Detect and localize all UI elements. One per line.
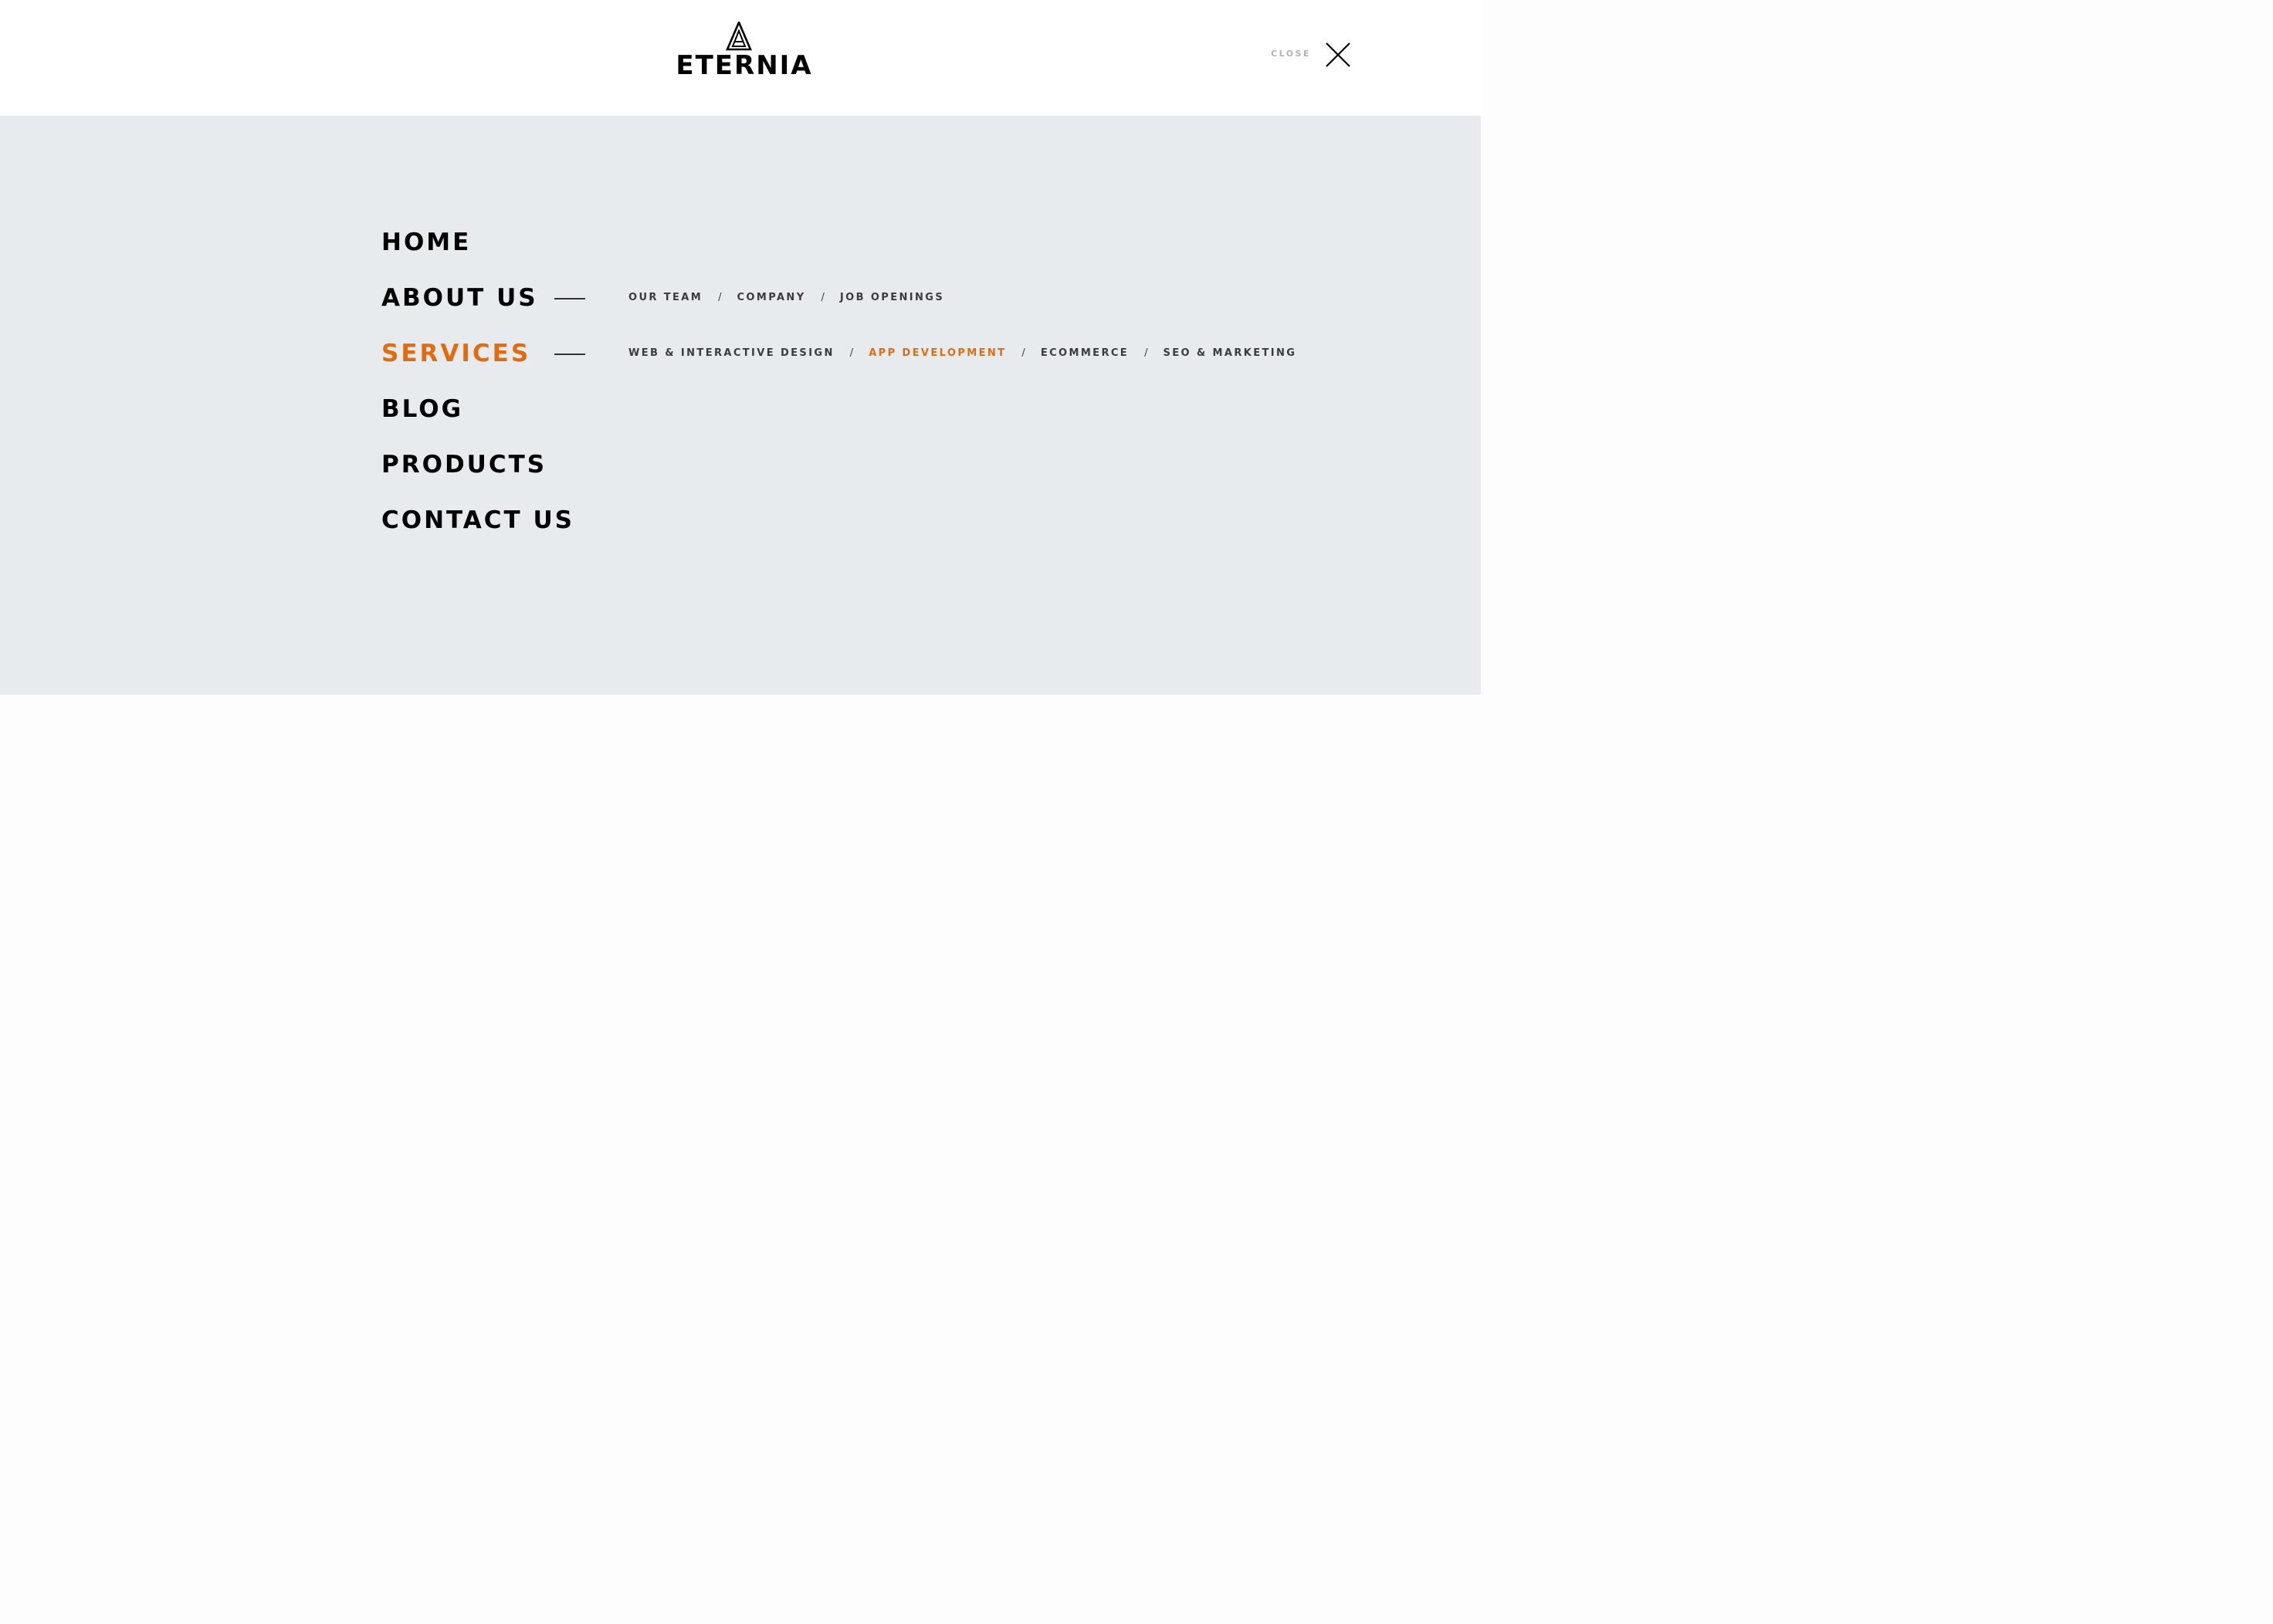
submenu-connector-line bbox=[554, 298, 585, 299]
submenu-item-our-team[interactable]: OUR TEAM bbox=[628, 292, 703, 304]
submenu-about-us: OUR TEAM / COMPANY / JOB OPENINGS bbox=[628, 292, 944, 304]
menu-panel: HOME ABOUT US OUR TEAM / COMPANY / JOB O… bbox=[0, 116, 1481, 695]
submenu-item-app-development[interactable]: APP DEVELOPMENT bbox=[869, 347, 1006, 360]
submenu-separator: / bbox=[718, 292, 722, 303]
nav-item-home[interactable]: HOME bbox=[381, 227, 471, 258]
submenu-connector-line bbox=[554, 354, 585, 355]
submenu-services: WEB & INTERACTIVE DESIGN / APP DEVELOPME… bbox=[628, 347, 1296, 360]
logo-wordmark: ETERNIA bbox=[676, 50, 813, 81]
nav-item-services[interactable]: SERVICES bbox=[381, 338, 530, 369]
submenu-separator: / bbox=[821, 292, 825, 303]
submenu-separator: / bbox=[1021, 347, 1025, 359]
nav-item-products[interactable]: PRODUCTS bbox=[381, 449, 547, 480]
submenu-item-ecommerce[interactable]: ECOMMERCE bbox=[1041, 347, 1129, 360]
triangle-logo-icon bbox=[726, 22, 752, 51]
nav-item-about-us[interactable]: ABOUT US bbox=[381, 283, 538, 313]
nav-item-blog[interactable]: BLOG bbox=[381, 394, 463, 425]
eternia-logo[interactable]: ETERNIA bbox=[675, 22, 814, 79]
nav-item-contact-us[interactable]: CONTACT US bbox=[381, 505, 574, 536]
main-nav: HOME ABOUT US OUR TEAM / COMPANY / JOB O… bbox=[0, 116, 1481, 695]
submenu-item-seo-marketing[interactable]: SEO & MARKETING bbox=[1163, 347, 1296, 360]
close-icon[interactable] bbox=[1325, 42, 1351, 68]
close-menu-button[interactable]: CLOSE bbox=[1271, 42, 1351, 69]
submenu-separator: / bbox=[849, 347, 854, 359]
site-header: ETERNIA CLOSE bbox=[0, 0, 1481, 116]
close-label: CLOSE bbox=[1271, 49, 1311, 59]
menu-overlay-page: ETERNIA CLOSE HOME ABOUT US OUR TEAM / C… bbox=[0, 0, 1481, 695]
submenu-item-company[interactable]: COMPANY bbox=[737, 292, 805, 304]
submenu-item-web-interactive-design[interactable]: WEB & INTERACTIVE DESIGN bbox=[628, 347, 835, 360]
submenu-item-job-openings[interactable]: JOB OPENINGS bbox=[840, 292, 944, 304]
submenu-separator: / bbox=[1144, 347, 1148, 359]
